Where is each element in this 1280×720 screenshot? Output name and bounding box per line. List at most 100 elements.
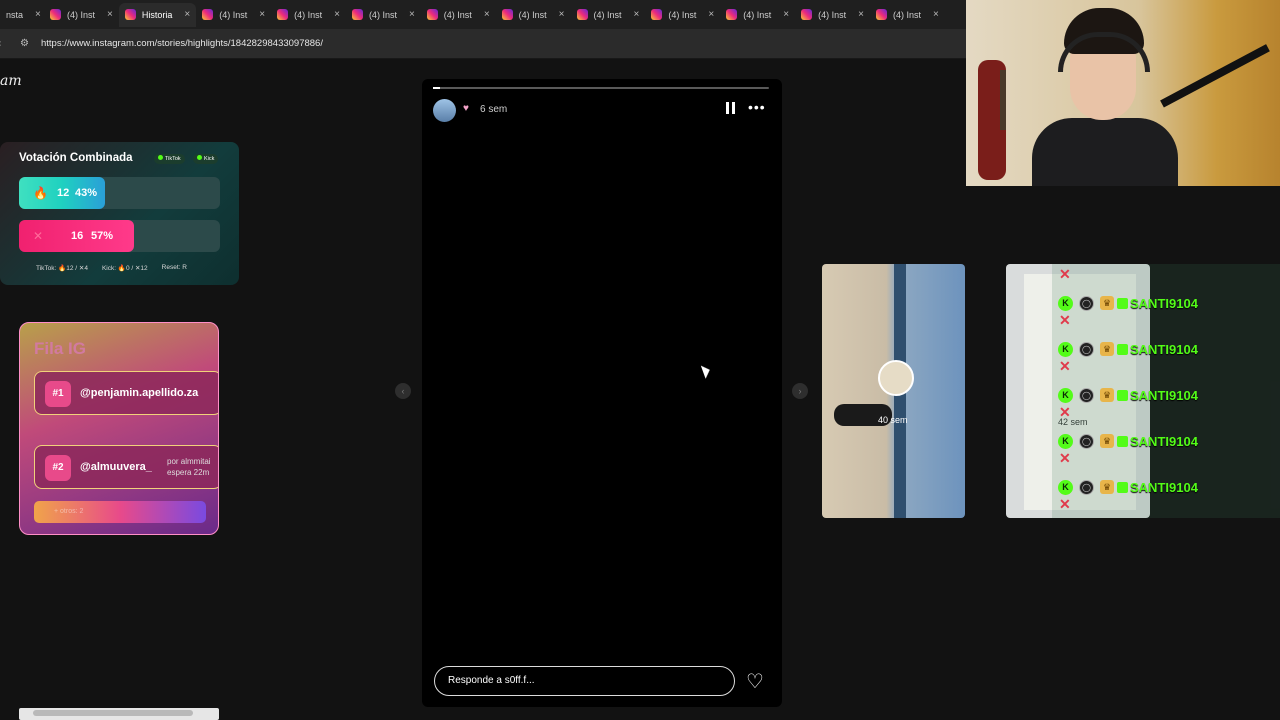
pause-icon[interactable] — [726, 102, 736, 114]
tab-label: (4) Inst — [368, 9, 397, 20]
user-badge-icon: ◯ — [1079, 341, 1094, 357]
browser-tab[interactable]: nsta × — [0, 3, 44, 27]
tab-close-icon[interactable]: × — [783, 9, 789, 20]
browser-tab[interactable]: (4) Inst × — [196, 3, 271, 27]
vote-bar-cross: ✕ 16 57% — [19, 220, 220, 252]
chat-username: SANTI9104 — [1130, 479, 1198, 495]
microphone-arm — [1160, 44, 1270, 108]
queue-item: #2 @almuuvera_ por almmitai espera 22m — [34, 445, 218, 489]
tab-close-icon[interactable]: × — [634, 9, 640, 20]
instagram-favicon-icon — [124, 9, 136, 20]
vote-widget: Votación Combinada TikTok Kick 🔥 12 43% … — [0, 142, 239, 285]
horizontal-scrollbar[interactable] — [19, 708, 219, 720]
story-viewer[interactable]: ♥ 6 sem ••• Responde a s0ff.f... ♡ — [422, 79, 782, 707]
browser-tab[interactable]: (4) Inst × — [795, 3, 870, 27]
tab-close-icon[interactable]: × — [559, 9, 565, 20]
crown-badge-icon: ♛ — [1100, 296, 1114, 310]
back-arrow-icon[interactable]: ‹ — [0, 38, 6, 49]
browser-tab[interactable]: (4) Inst × — [421, 3, 496, 27]
tab-label: (4) Inst — [294, 9, 323, 20]
tab-label: (4) Inst — [518, 9, 547, 20]
user-badge-icon: ◯ — [1079, 387, 1094, 403]
instagram-logo[interactable]: am — [0, 73, 22, 89]
instagram-favicon-icon — [801, 9, 813, 20]
kick-tally: Kick: 🔥0 / ✕12 — [101, 265, 148, 272]
tab-close-icon[interactable]: × — [484, 9, 490, 20]
vote-percent: 57% — [91, 230, 114, 242]
tab-label: (4) Inst — [743, 9, 772, 20]
browser-tab[interactable]: (4) Inst × — [271, 3, 346, 27]
browser-tab[interactable]: (4) Inst × — [571, 3, 646, 27]
browser-tab[interactable]: Historia × — [118, 2, 197, 27]
reset-hint: Reset: R — [161, 264, 187, 271]
queue-user: @almuuvera_ — [80, 461, 152, 473]
cross-icon: ✕ — [33, 229, 44, 243]
tab-close-icon[interactable]: × — [35, 9, 41, 20]
instagram-favicon-icon — [426, 9, 438, 20]
flame-icon: 🔥 — [33, 186, 48, 200]
previous-story-button[interactable]: ‹ — [395, 383, 411, 399]
chat-delete-icon: ✕ — [1059, 450, 1071, 466]
highlight-heart-icon: ♥ — [463, 103, 469, 114]
fila-ig-widget: Fila IG #1 @penjamin.apellido.za #2 @alm… — [19, 322, 219, 535]
user-badge-icon: ◯ — [1079, 295, 1094, 311]
vote-title: Votación Combinada — [19, 152, 133, 164]
chat-username: SANTI9104 — [1130, 295, 1198, 311]
site-settings-icon[interactable]: ⚙ — [20, 38, 29, 49]
sub-badge-icon — [1117, 343, 1128, 355]
chat-message: K ◯ ♛ SANTI9104 — [1058, 294, 1198, 312]
vote-count: 12 — [57, 187, 70, 199]
browser-tab[interactable]: (4) Inst × — [346, 3, 421, 27]
tab-label: (4) Inst — [818, 9, 847, 20]
chat-username: SANTI9104 — [1130, 341, 1198, 357]
browser-tab[interactable]: (4) Inst × — [645, 3, 720, 27]
chat-delete-icon: ✕ — [1059, 358, 1071, 374]
story-progress-bar — [433, 87, 769, 89]
chat-message: K ◯ ♛ SANTI9104 — [1058, 340, 1198, 358]
queue-rank: #1 — [45, 381, 71, 407]
browser-tab[interactable]: (4) Inst × — [44, 3, 119, 27]
tab-close-icon[interactable]: × — [409, 9, 415, 20]
url-text[interactable]: https://www.instagram.com/stories/highli… — [41, 38, 323, 49]
crown-badge-icon: ♛ — [1100, 388, 1114, 402]
tab-close-icon[interactable]: × — [933, 9, 939, 20]
tab-close-icon[interactable]: × — [259, 9, 265, 20]
browser-tab[interactable]: (4) Inst × — [496, 3, 571, 27]
browser-tab[interactable]: (4) Inst × — [870, 3, 945, 27]
instagram-favicon-icon — [351, 9, 363, 20]
tab-label: (4) Inst — [443, 9, 472, 20]
tab-label: (4) Inst — [219, 9, 248, 20]
queue-user: @penjamin.apellido.za — [80, 387, 199, 399]
tab-close-icon[interactable]: × — [858, 9, 864, 20]
tab-close-icon[interactable]: × — [334, 9, 340, 20]
tab-close-icon[interactable]: × — [708, 9, 714, 20]
chat-message: K ◯ ♛ SANTI9104 — [1058, 386, 1198, 404]
crown-badge-icon: ♛ — [1100, 434, 1114, 448]
queue-item: #1 @penjamin.apellido.za — [34, 371, 218, 415]
tab-close-icon[interactable]: × — [184, 9, 190, 20]
like-heart-icon[interactable]: ♡ — [746, 669, 764, 694]
thumbnail-avatar — [878, 360, 914, 396]
story-author-avatar[interactable] — [433, 99, 456, 122]
kick-badge-icon: K — [1058, 433, 1073, 449]
chat-delete-icon: ✕ — [1059, 496, 1071, 512]
tab-label: (4) Inst — [67, 9, 96, 20]
next-story-button[interactable]: › — [792, 383, 808, 399]
queue-rank: #2 — [45, 455, 71, 481]
guitar — [978, 60, 1006, 180]
instagram-favicon-icon — [576, 9, 588, 20]
tab-close-icon[interactable]: × — [107, 9, 113, 20]
address-bar[interactable]: ‹ ⚙ https://www.instagram.com/stories/hi… — [0, 29, 966, 59]
browser-tab[interactable]: (4) Inst × — [720, 3, 795, 27]
instagram-favicon-icon — [501, 9, 513, 20]
scrollbar-thumb[interactable] — [33, 710, 193, 716]
queue-meta-wait: espera 22m — [167, 468, 210, 477]
chat-delete-icon: ✕ — [1059, 266, 1071, 282]
crown-badge-icon: ♛ — [1100, 480, 1114, 494]
more-options-icon[interactable]: ••• — [748, 99, 766, 115]
kick-pill: Kick — [193, 154, 219, 164]
queue-meta: por almmitai espera 22m — [167, 456, 211, 478]
reply-input[interactable]: Responde a s0ff.f... — [434, 666, 735, 696]
next-story-thumbnail[interactable]: 40 sem — [822, 264, 965, 518]
tiktok-tally: TikTok: 🔥12 / ✕4 — [36, 265, 88, 272]
